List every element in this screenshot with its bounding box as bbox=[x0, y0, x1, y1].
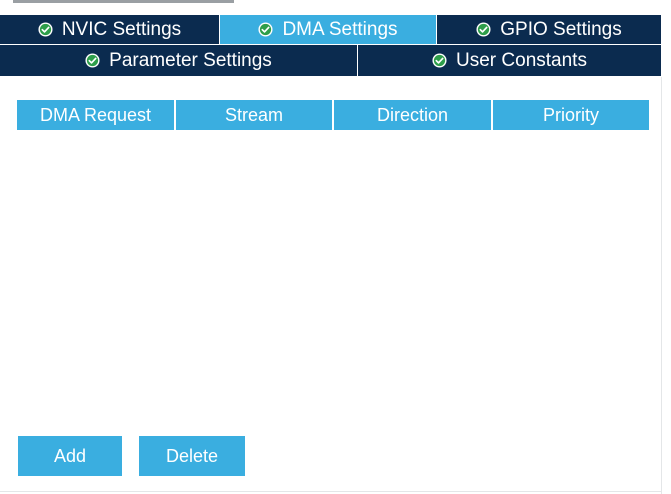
tab-dma-settings[interactable]: DMA Settings bbox=[220, 15, 437, 45]
check-circle-icon bbox=[476, 22, 491, 37]
delete-button[interactable]: Delete bbox=[139, 436, 245, 476]
panel-bottom-border bbox=[0, 491, 662, 492]
column-header-priority[interactable]: Priority bbox=[493, 100, 649, 130]
check-circle-icon bbox=[432, 53, 447, 68]
check-circle-icon bbox=[258, 22, 273, 37]
tab-bar-gap bbox=[661, 45, 671, 77]
tab-label: User Constants bbox=[456, 49, 587, 71]
tab-label: GPIO Settings bbox=[500, 18, 622, 40]
tab-parameter-settings[interactable]: Parameter Settings bbox=[0, 45, 358, 77]
check-circle-icon bbox=[85, 53, 100, 68]
tab-bar-row-1: NVIC Settings DMA Settings GPIO Settings bbox=[0, 15, 671, 45]
dma-table-header: DMA Request Stream Direction Priority bbox=[17, 100, 649, 130]
tab-label: NVIC Settings bbox=[61, 18, 182, 40]
top-scrollbar-strip bbox=[13, 0, 234, 3]
tab-nvic-settings[interactable]: NVIC Settings bbox=[0, 15, 220, 45]
tab-bar-gap bbox=[661, 15, 671, 45]
dma-table-body[interactable] bbox=[17, 130, 649, 420]
tab-bar-row-2: Parameter Settings User Constants bbox=[0, 45, 671, 77]
tab-user-constants[interactable]: User Constants bbox=[358, 45, 661, 77]
column-header-stream[interactable]: Stream bbox=[176, 100, 334, 130]
column-header-direction[interactable]: Direction bbox=[334, 100, 493, 130]
add-button[interactable]: Add bbox=[18, 436, 122, 476]
check-circle-icon bbox=[38, 22, 53, 37]
column-header-dma-request[interactable]: DMA Request bbox=[17, 100, 176, 130]
tab-label: Parameter Settings bbox=[109, 49, 272, 71]
tab-label: DMA Settings bbox=[282, 18, 398, 40]
tab-gpio-settings[interactable]: GPIO Settings bbox=[437, 15, 661, 45]
panel-right-border bbox=[661, 77, 662, 494]
